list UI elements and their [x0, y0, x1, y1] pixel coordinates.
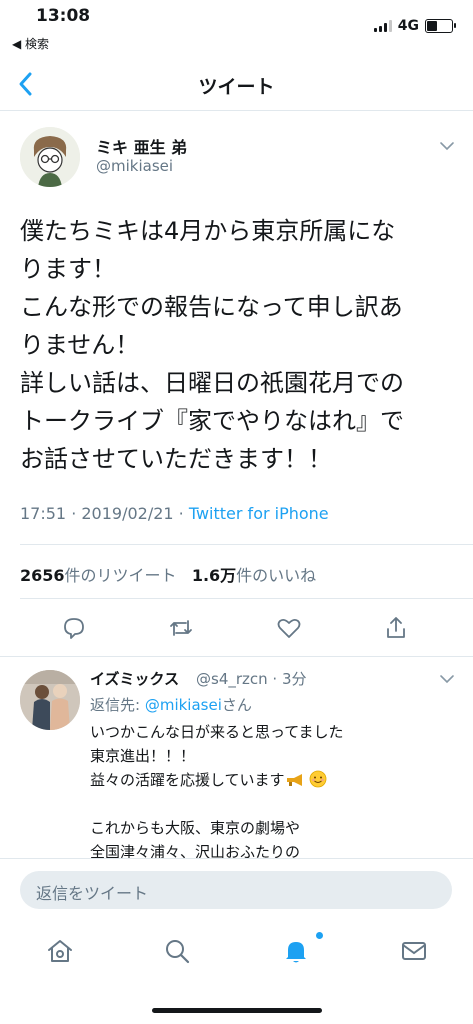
retweet-count-label[interactable]: 件のリツイート — [65, 566, 177, 585]
reply-compose-input[interactable]: 返信をツイート — [20, 871, 452, 909]
smiling-face-emoji-icon — [309, 770, 327, 788]
messages-icon[interactable] — [400, 937, 428, 965]
reply-icon[interactable] — [61, 615, 87, 641]
divider — [20, 544, 473, 545]
home-icon[interactable] — [46, 937, 74, 965]
retweet-count[interactable]: 2656 — [20, 566, 65, 585]
share-icon[interactable] — [383, 615, 409, 641]
reply-to-line: 返信先: @mikiaseiさん — [90, 694, 252, 715]
tweet-text-line: 詳しい話は、日曜日の祇園花月での — [20, 369, 404, 397]
tweet-meta: 17:51 · 2019/02/21 · Twitter for iPhone — [20, 504, 329, 523]
tweet-text-line: こんな形での報告になって申し訳あ — [20, 293, 403, 321]
divider — [20, 598, 473, 599]
page-title: ツイート — [198, 76, 275, 98]
network-label: 4G — [397, 18, 419, 34]
reply-text: いつかこんな日が来ると思ってました 東京進出！！！ 益々の活躍を応援しています … — [90, 720, 460, 864]
reply-compose-placeholder: 返信をツイート — [36, 884, 149, 903]
reply-text-line: 益々の活躍を応援しています — [90, 768, 460, 792]
like-count-label[interactable]: 件のいいね — [236, 566, 316, 585]
author-name[interactable]: ミキ 亜生 弟 — [96, 134, 187, 158]
reply-text-line — [90, 792, 460, 816]
home-indicator — [152, 1008, 322, 1013]
reply-text-line: これからも大阪、東京の劇場や — [90, 819, 301, 837]
chevron-down-icon[interactable] — [439, 673, 455, 685]
tweet-text-line: 僕たちミキは4月から東京所属にな — [20, 217, 396, 245]
like-count[interactable]: 1.6万 — [192, 566, 236, 585]
chevron-down-icon[interactable] — [439, 140, 455, 152]
tweet-text-line: ります！ — [20, 255, 116, 283]
status-time: 13:08 — [36, 6, 91, 26]
reply-to-handle-link[interactable]: @mikiasei — [145, 696, 222, 714]
tweet-text-line: トークライブ『家でやりなはれ』で — [20, 407, 404, 435]
retweet-icon[interactable] — [168, 615, 194, 641]
like-icon[interactable] — [276, 615, 302, 641]
tweet-counts: 2656件のリツイート 1.6万件のいいね — [20, 562, 316, 586]
reply-text-line: いつかこんな日が来ると思ってました — [90, 723, 344, 741]
tweet-text-line: お話させていただきます！！ — [20, 445, 332, 473]
reply-text-line-content: 益々の活躍を応援しています — [90, 771, 285, 789]
status-indicators: 4G — [373, 18, 456, 34]
reply-author-handle[interactable]: @s4_rzcn · 3分 — [196, 668, 307, 689]
reply-text-line: 東京進出！！！ — [90, 747, 196, 765]
megaphone-emoji-icon — [286, 774, 302, 786]
reply-compose-bar: 返信をツイート — [0, 858, 473, 923]
nav-bar: ツイート — [0, 58, 473, 111]
author-handle[interactable]: @mikiasei — [96, 157, 173, 175]
notification-dot — [316, 932, 323, 939]
divider — [0, 656, 473, 657]
reply-author-name[interactable]: イズミックス — [90, 668, 179, 689]
reply-author-avatar[interactable] — [20, 670, 80, 730]
notifications-icon[interactable] — [282, 937, 310, 965]
back-to-search-link[interactable]: ◀ 検索 — [12, 35, 49, 52]
tweet-source-link[interactable]: Twitter for iPhone — [189, 504, 329, 523]
search-icon[interactable] — [163, 937, 191, 965]
reply-to-suffix: さん — [221, 696, 252, 714]
tweet-timestamp: 17:51 · 2019/02/21 · — [20, 504, 189, 523]
tweet-text: 僕たちミキは4月から東京所属にな ります！ こんな形での報告になって申し訳あ り… — [20, 212, 460, 478]
signal-icon — [373, 20, 392, 32]
battery-icon — [425, 19, 456, 33]
tweet-text-line: りません！ — [20, 331, 140, 359]
reply-to-prefix: 返信先: — [90, 696, 145, 714]
author-avatar[interactable] — [20, 127, 80, 187]
